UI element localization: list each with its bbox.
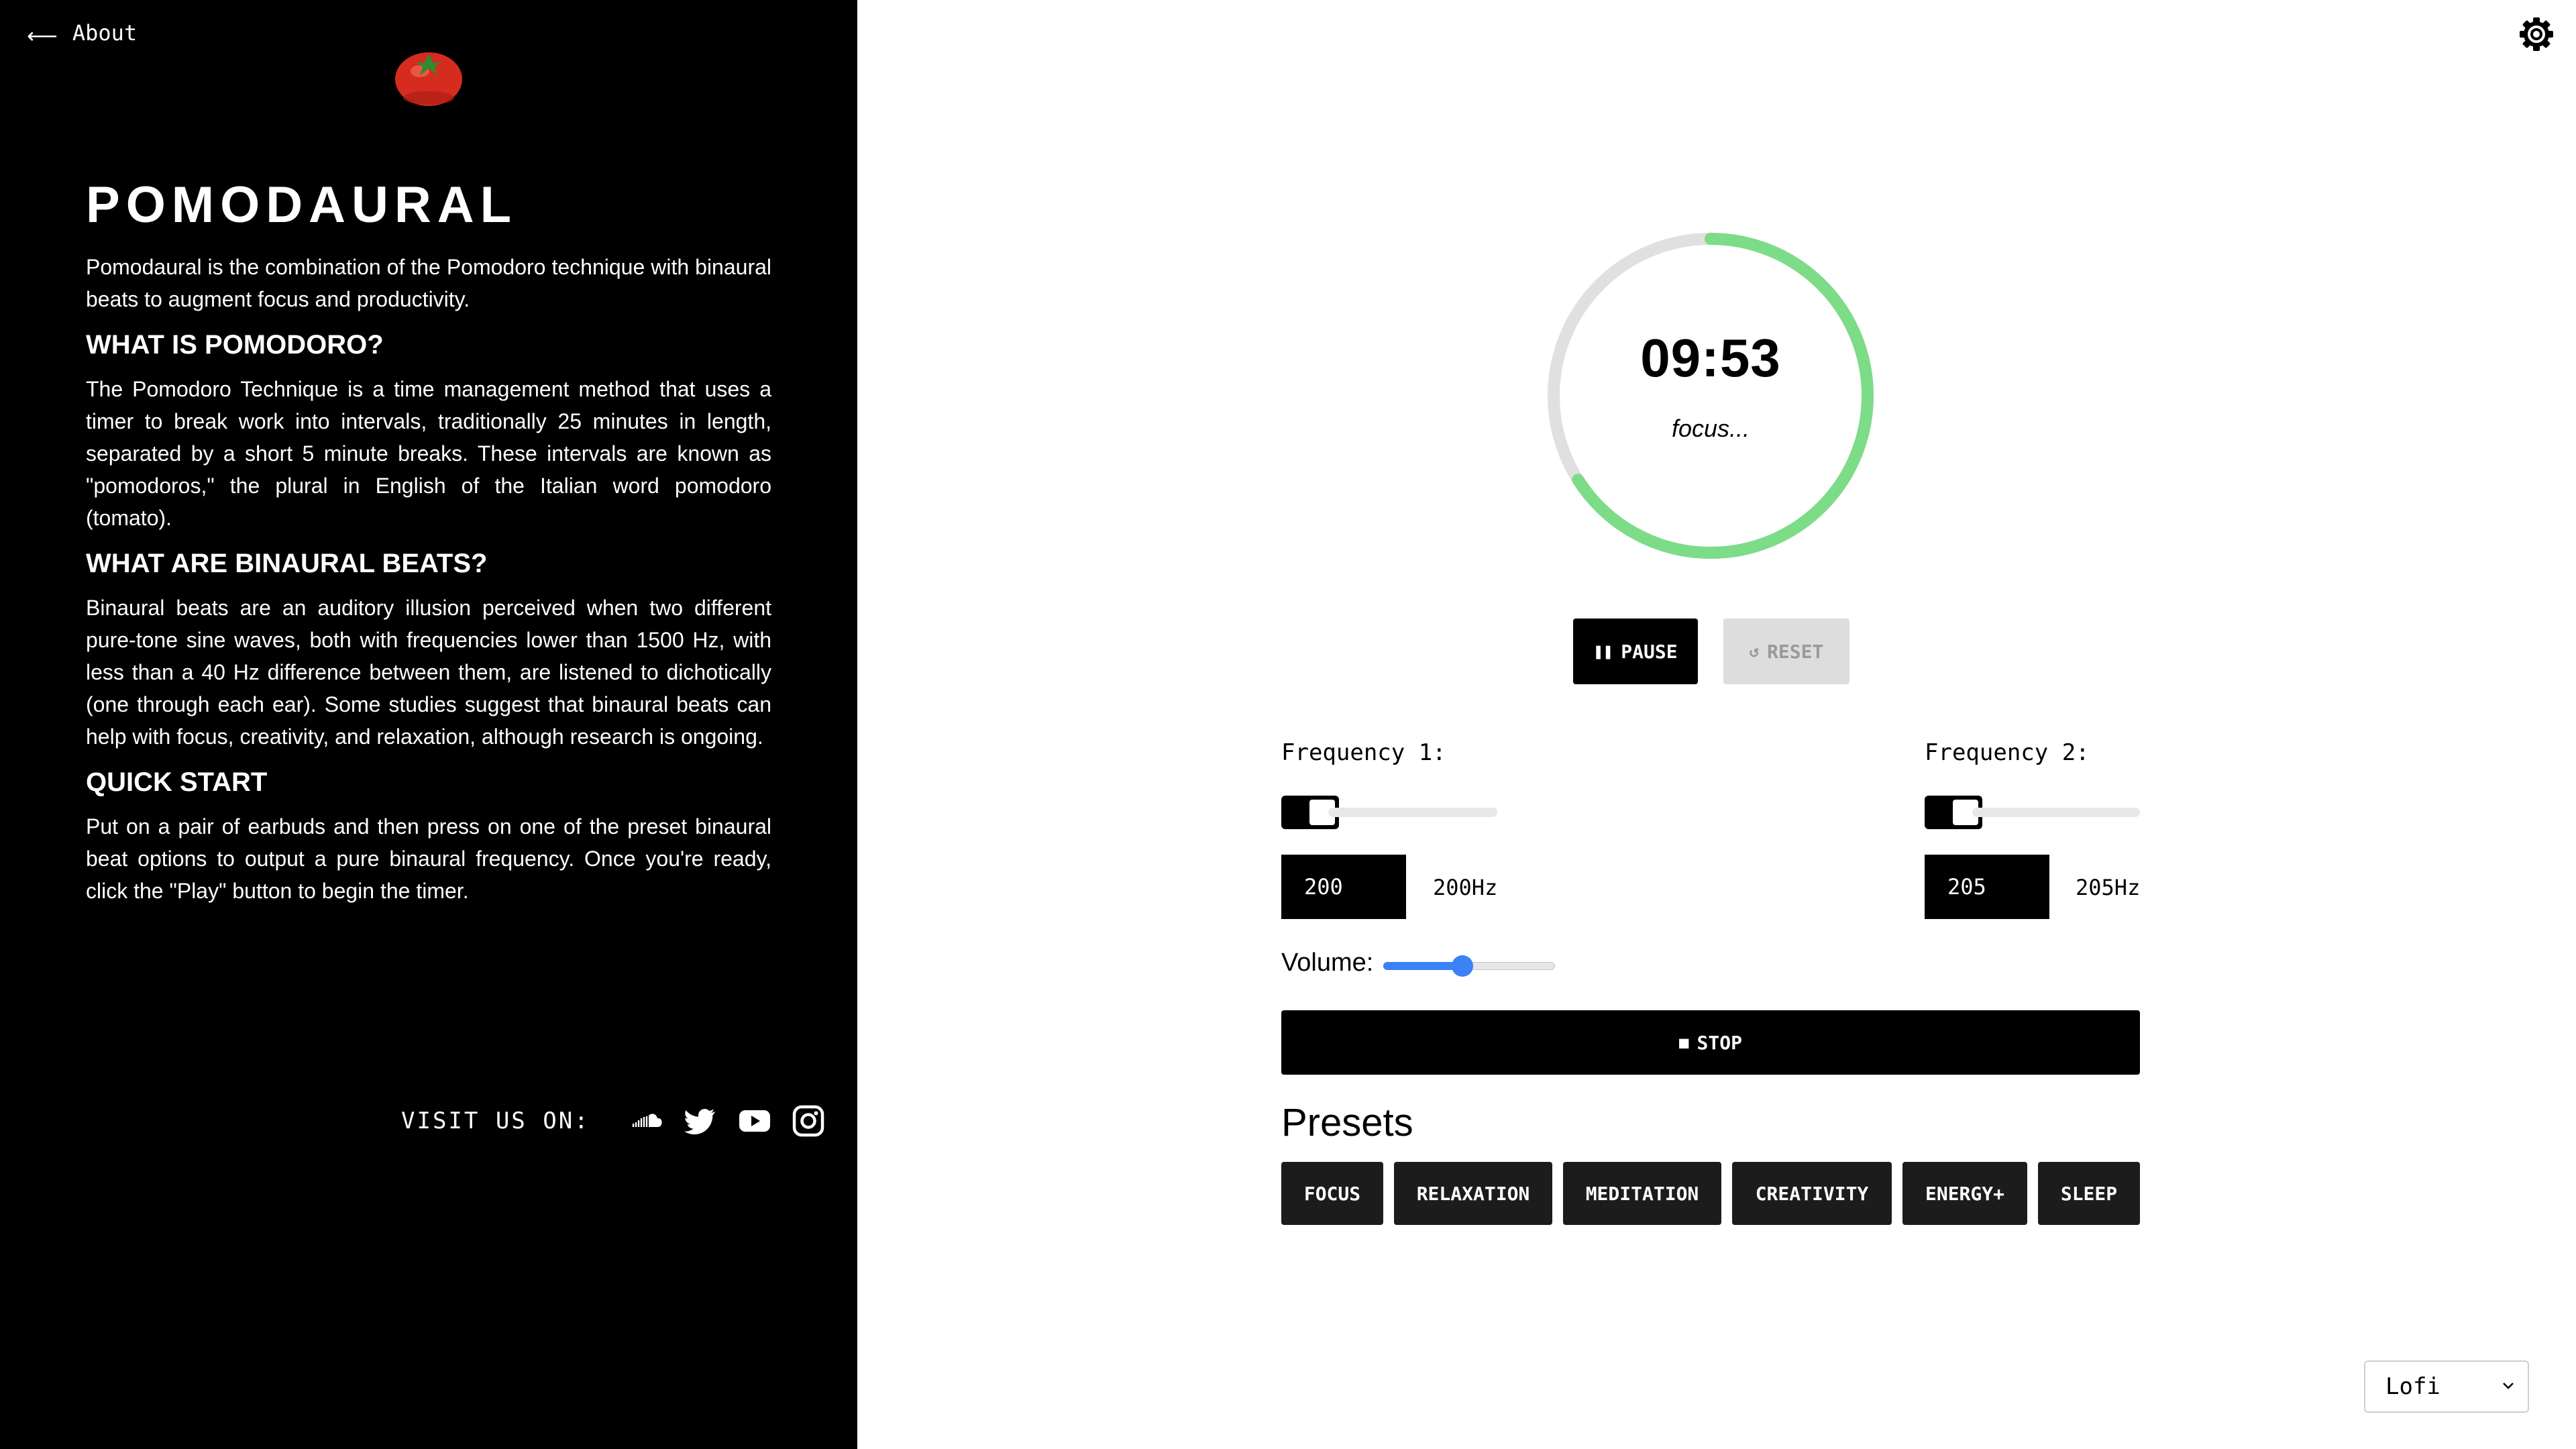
heading-quick-start: QUICK START	[86, 767, 268, 797]
about-panel: ⟵ About POMODAURAL Pomodaural is the com…	[0, 0, 857, 1449]
volume-slider-thumb[interactable]	[1451, 955, 1473, 977]
twitter-icon[interactable]	[684, 1104, 718, 1138]
binaural-description: Binaural beats are an auditory illusion …	[86, 596, 771, 749]
settings-gear-icon[interactable]	[2518, 16, 2555, 52]
pause-button[interactable]: ❚❚ PAUSE	[1573, 619, 1698, 684]
stop-icon: ■	[1679, 1033, 1689, 1052]
music-select[interactable]: Lofi	[2364, 1360, 2529, 1413]
pause-label: PAUSE	[1621, 640, 1678, 663]
quick-start-description: Put on a pair of earbuds and then press …	[86, 814, 771, 903]
volume-label: Volume:	[1281, 949, 1374, 977]
reset-label: RESET	[1767, 640, 1824, 663]
chevron-down-icon	[2503, 1383, 2514, 1389]
instagram-icon[interactable]	[792, 1104, 825, 1138]
pomodoro-description: The Pomodoro Technique is a time managem…	[86, 377, 771, 530]
frequency-1-readout: 200Hz	[1433, 875, 1498, 900]
intro-text: Pomodaural is the combination of the Pom…	[86, 255, 771, 311]
reset-button[interactable]: ↺ RESET	[1723, 619, 1849, 684]
preset-creativity-button[interactable]: CREATIVITY	[1732, 1162, 1892, 1225]
timer-progress-ring	[1548, 233, 1874, 559]
preset-sleep-button[interactable]: SLEEP	[2038, 1162, 2140, 1225]
frequency-1-input[interactable]: 200	[1281, 855, 1406, 919]
frequency-2-readout: 205Hz	[2076, 875, 2141, 900]
about-link-label: About	[72, 20, 138, 46]
soundcloud-icon[interactable]	[631, 1104, 664, 1138]
presets-heading: Presets	[1281, 1101, 1413, 1144]
heading-binaural-beats: WHAT ARE BINAURAL BEATS?	[86, 549, 488, 578]
about-back-link[interactable]: ⟵ About	[27, 20, 138, 48]
frequency-2-input[interactable]: 205	[1925, 855, 2049, 919]
preset-focus-button[interactable]: FOCUS	[1281, 1162, 1383, 1225]
tomato-logo-icon	[395, 52, 462, 106]
frequency-2-slider[interactable]	[1972, 808, 2140, 817]
frequency-1-label: Frequency 1:	[1281, 739, 1446, 766]
reset-icon: ↺	[1749, 642, 1760, 661]
youtube-icon[interactable]	[738, 1104, 771, 1138]
app-title: POMODAURAL	[86, 176, 518, 233]
music-select-value: Lofi	[2385, 1373, 2440, 1400]
stop-button[interactable]: ■ STOP	[1281, 1010, 2140, 1075]
timer-status-text: focus...	[1671, 415, 1750, 442]
heading-what-is-pomodoro: WHAT IS POMODORO?	[86, 330, 384, 360]
preset-energy-button[interactable]: ENERGY+	[1902, 1162, 2027, 1225]
frequency-1-slider[interactable]	[1328, 808, 1497, 817]
preset-meditation-button[interactable]: MEDITATION	[1563, 1162, 1721, 1225]
volume-slider[interactable]	[1383, 954, 1555, 978]
timer-countdown: 09:53	[1640, 328, 1781, 388]
timer-display: 09:53 focus...	[1543, 228, 1878, 564]
pause-icon: ❚❚	[1593, 642, 1613, 661]
stop-label: STOP	[1697, 1031, 1742, 1054]
frequency-2-label: Frequency 2:	[1925, 739, 2090, 766]
back-arrow-icon: ⟵	[27, 23, 58, 48]
presets-list: FOCUS RELAXATION MEDITATION CREATIVITY E…	[1281, 1162, 2140, 1225]
preset-relaxation-button[interactable]: RELAXATION	[1394, 1162, 1552, 1225]
social-label: VISIT US ON:	[401, 1108, 590, 1134]
social-links: VISIT US ON:	[401, 1104, 825, 1138]
